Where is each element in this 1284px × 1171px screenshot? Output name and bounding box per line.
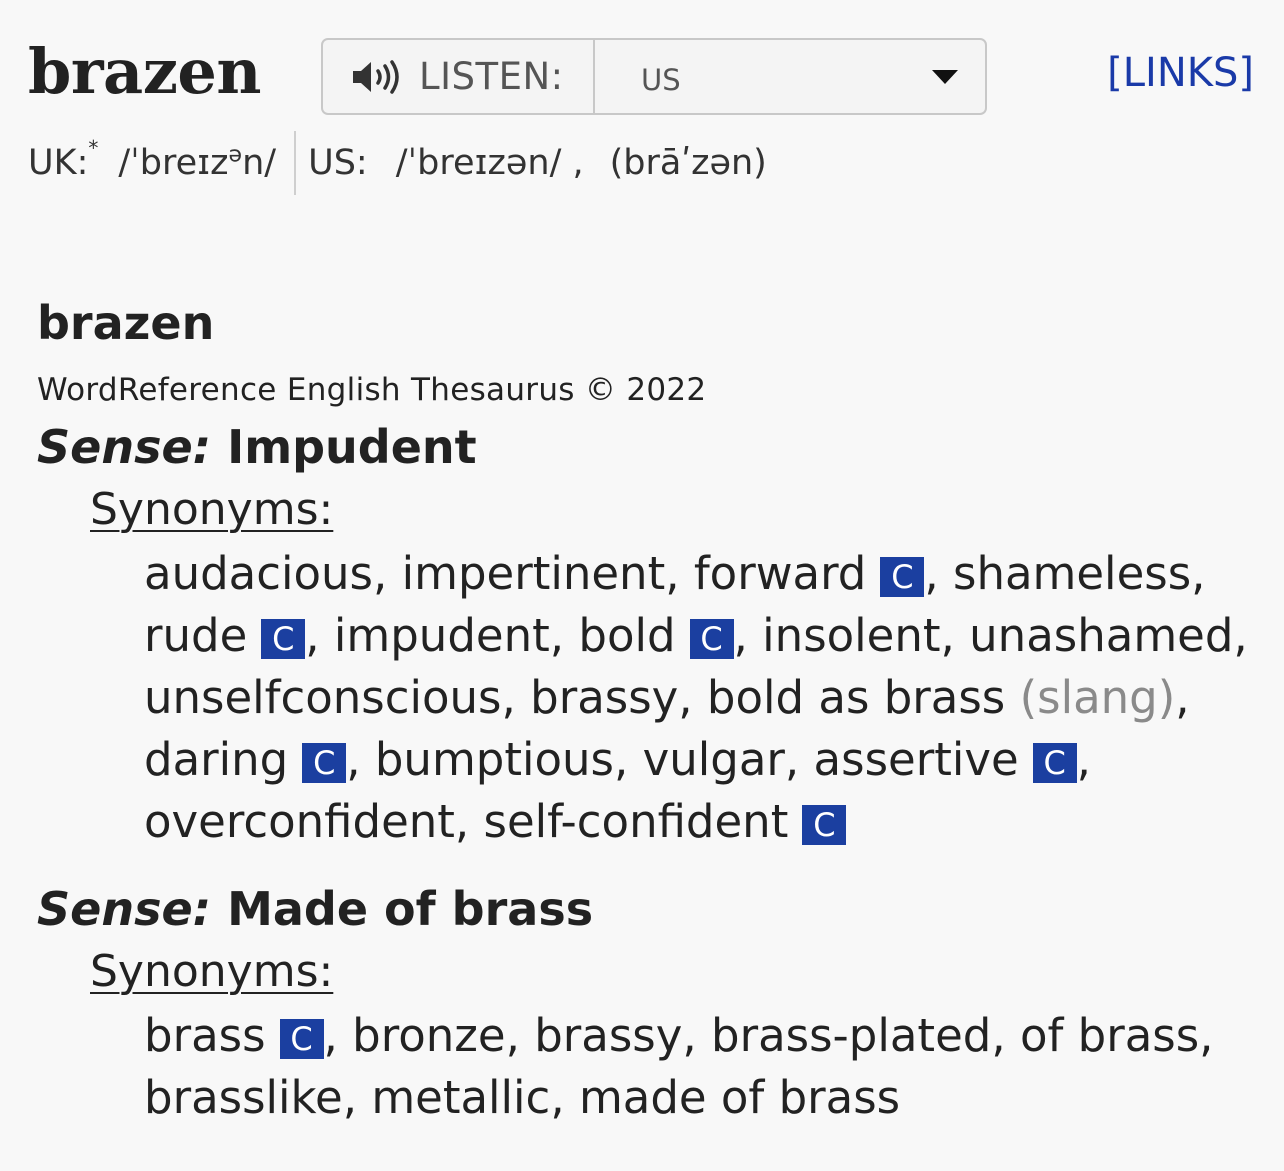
pron-us-label: US: bbox=[308, 143, 368, 183]
synonym-word[interactable]: brassy bbox=[534, 1009, 682, 1062]
thesaurus-source: WordReference English Thesaurus © 2022 bbox=[37, 372, 707, 408]
collocation-badge[interactable]: C bbox=[302, 743, 347, 783]
synonym-word[interactable]: rude bbox=[144, 609, 247, 662]
synonym-item: bold as brass (slang), bbox=[706, 671, 1190, 724]
listen-label: LISTEN: bbox=[419, 55, 564, 98]
pron-uk-ipa: /ˈbreɪzən/ bbox=[118, 142, 277, 183]
synonym-note: (slang) bbox=[1019, 671, 1176, 724]
links-link[interactable]: [LINKS] bbox=[1107, 50, 1254, 96]
sense-heading: Sense: Impudent bbox=[37, 420, 477, 474]
thesaurus-entry-word: brazen bbox=[37, 296, 215, 350]
synonym-item: insolent, bbox=[762, 609, 955, 662]
synonym-word[interactable]: metallic bbox=[371, 1071, 550, 1124]
synonym-word[interactable]: made of brass bbox=[579, 1071, 900, 1124]
synonym-word[interactable]: audacious bbox=[144, 547, 373, 600]
synonym-word[interactable]: bold bbox=[578, 609, 675, 662]
collocation-badge[interactable]: C bbox=[261, 619, 306, 659]
synonym-word[interactable]: brass bbox=[144, 1009, 266, 1062]
synonym-item: metallic, bbox=[371, 1071, 565, 1124]
synonyms-list: brass C, bronze, brassy, brass-plated, of… bbox=[144, 1005, 1259, 1129]
pronunciation-row: UK:* /ˈbreɪzən/ US: /ˈbreɪzən/ , (brāʹzə… bbox=[28, 131, 767, 195]
synonym-word[interactable]: unashamed bbox=[969, 609, 1233, 662]
synonym-word[interactable]: bronze bbox=[352, 1009, 505, 1062]
synonym-word[interactable]: shameless bbox=[953, 547, 1191, 600]
pron-divider bbox=[294, 131, 297, 195]
synonym-item: unselfconscious, bbox=[144, 671, 516, 724]
collocation-badge[interactable]: C bbox=[1032, 743, 1077, 783]
pron-uk-marker[interactable]: * bbox=[88, 136, 98, 160]
synonym-item: brass C, bbox=[144, 1009, 338, 1062]
synonym-word[interactable]: bumptious bbox=[375, 733, 614, 786]
sense-label: Sense: bbox=[37, 882, 212, 936]
synonyms-label[interactable]: Synonyms: bbox=[90, 484, 333, 535]
collocation-badge[interactable]: C bbox=[880, 557, 925, 597]
synonym-item: bronze, bbox=[352, 1009, 520, 1062]
synonym-word[interactable]: insolent bbox=[762, 609, 940, 662]
pron-uk-label: UK:* bbox=[28, 136, 99, 183]
synonyms-list: audacious, impertinent, forward C, shamel… bbox=[144, 543, 1259, 853]
collocation-badge[interactable]: C bbox=[279, 1019, 324, 1059]
synonyms-label[interactable]: Synonyms: bbox=[90, 946, 333, 997]
sense-name: Impudent bbox=[227, 420, 477, 474]
collocation-badge[interactable]: C bbox=[802, 805, 847, 845]
synonym-item: self-confident C bbox=[484, 795, 847, 848]
synonym-item: vulgar, bbox=[642, 733, 800, 786]
synonym-word[interactable]: brasslike bbox=[144, 1071, 343, 1124]
sense-name: Made of brass bbox=[227, 882, 594, 936]
synonym-item: brassy, bbox=[530, 671, 693, 724]
sense-label: Sense: bbox=[37, 420, 212, 474]
synonym-item: made of brass bbox=[579, 1071, 900, 1124]
collocation-badge[interactable]: C bbox=[689, 619, 734, 659]
synonym-word[interactable]: forward bbox=[694, 547, 867, 600]
synonym-word[interactable]: impudent bbox=[334, 609, 550, 662]
sense-heading: Sense: Made of brass bbox=[37, 882, 593, 936]
synonym-item: bumptious, bbox=[374, 733, 629, 786]
synonym-item: impertinent, bbox=[401, 547, 680, 600]
synonym-item: shameless, bbox=[953, 547, 1206, 600]
synonym-word[interactable]: daring bbox=[144, 733, 288, 786]
synonym-item: unashamed, bbox=[969, 609, 1248, 662]
synonym-item: daring C, bbox=[144, 733, 361, 786]
synonym-word[interactable]: brassy bbox=[530, 671, 678, 724]
synonym-item: brasslike, bbox=[144, 1071, 357, 1124]
synonym-word[interactable]: bold as brass bbox=[707, 671, 1005, 724]
synonym-item: of brass, bbox=[1019, 1009, 1214, 1062]
pron-us-respelling: (brāʹzən) bbox=[609, 143, 767, 183]
synonym-item: audacious, bbox=[144, 547, 388, 600]
accent-select[interactable]: US bbox=[595, 40, 985, 113]
synonym-word[interactable]: brass-plated bbox=[711, 1009, 991, 1062]
synonym-word[interactable]: assertive bbox=[814, 733, 1019, 786]
synonym-item: bold C, bbox=[578, 609, 748, 662]
speaker-icon bbox=[353, 59, 399, 94]
synonym-word[interactable]: unselfconscious bbox=[144, 671, 502, 724]
synonym-item: forward C, bbox=[693, 547, 939, 600]
synonym-item: overconfident, bbox=[144, 795, 470, 848]
synonym-item: brassy, bbox=[534, 1009, 697, 1062]
headword: brazen bbox=[28, 35, 261, 108]
synonym-word[interactable]: vulgar bbox=[643, 733, 785, 786]
listen-control: LISTEN: US bbox=[321, 38, 987, 115]
synonym-word[interactable]: self-confident bbox=[484, 795, 789, 848]
synonym-item: impudent, bbox=[333, 609, 565, 662]
pron-us-ipa: /ˈbreɪzən/ , bbox=[395, 143, 584, 183]
accent-select-value: US bbox=[641, 62, 681, 97]
chevron-down-icon bbox=[932, 69, 958, 84]
synonym-word[interactable]: impertinent bbox=[402, 547, 666, 600]
synonym-item: assertive C, bbox=[813, 733, 1091, 786]
synonym-item: brass-plated, bbox=[711, 1009, 1006, 1062]
synonym-item: rude C, bbox=[144, 609, 320, 662]
synonym-word[interactable]: of brass bbox=[1020, 1009, 1199, 1062]
listen-button[interactable]: LISTEN: bbox=[323, 40, 595, 113]
synonym-word[interactable]: overconfident bbox=[144, 795, 455, 848]
